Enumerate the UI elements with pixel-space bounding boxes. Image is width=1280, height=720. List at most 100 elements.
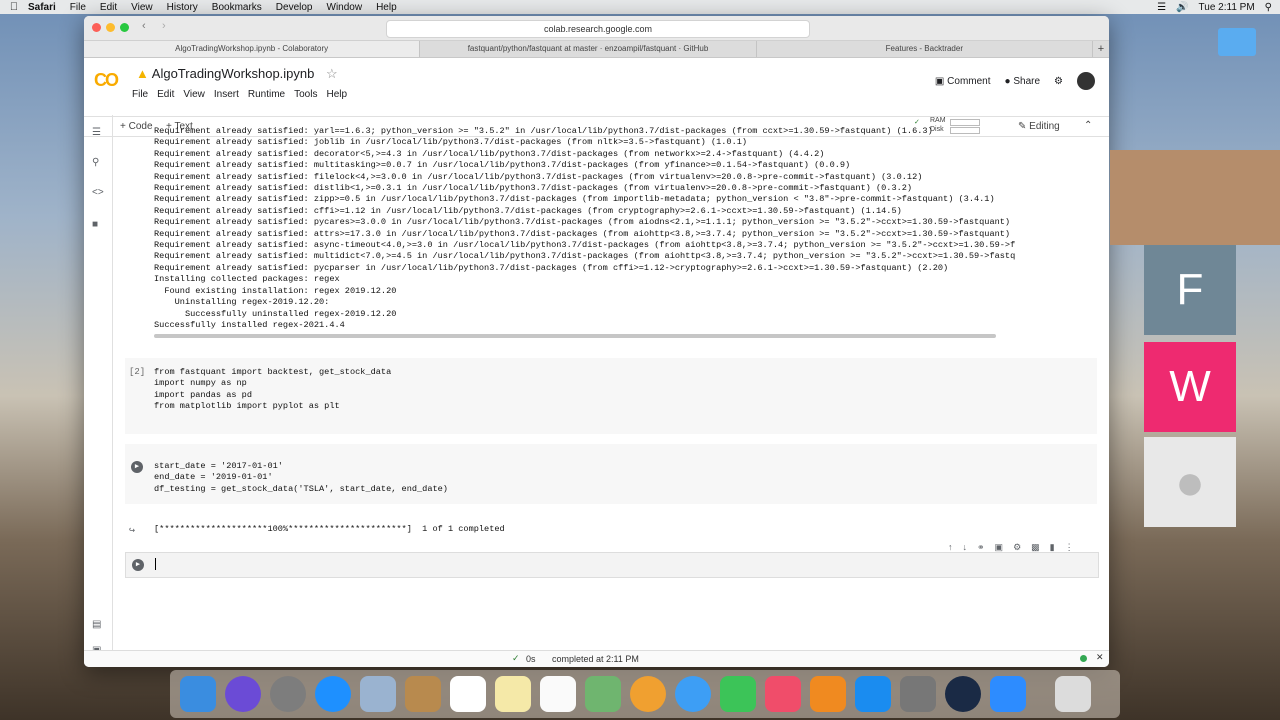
comment-button[interactable]: ▣ Comment: [935, 76, 991, 87]
tab-colab[interactable]: AlgoTradingWorkshop.ipynb - Colaboratory: [84, 41, 421, 57]
siri-icon[interactable]: [225, 676, 261, 712]
colab-menu-tools[interactable]: Tools: [294, 89, 317, 100]
books-icon[interactable]: [810, 676, 846, 712]
output-icon[interactable]: ↪: [129, 525, 135, 537]
colab-menu-runtime[interactable]: Runtime: [248, 89, 285, 100]
share-button[interactable]: ● Share: [1005, 76, 1041, 87]
maps-icon[interactable]: [585, 676, 621, 712]
folder-icon[interactable]: [1218, 28, 1256, 56]
command-palette-icon[interactable]: ▤: [92, 619, 101, 630]
calendar-icon[interactable]: [450, 676, 486, 712]
code-cell-empty[interactable]: ▶: [125, 552, 1099, 578]
status-text: completed at 2:11 PM: [552, 654, 639, 664]
macos-menubar:  Safari File Edit View History Bookmark…: [0, 0, 1280, 14]
volume-icon[interactable]: 🔊: [1176, 2, 1188, 13]
menu-window[interactable]: Window: [327, 2, 363, 13]
menu-view[interactable]: View: [131, 2, 153, 13]
close-icon[interactable]: ✕: [1096, 652, 1104, 663]
menu-edit[interactable]: Edit: [100, 2, 117, 13]
notes-icon[interactable]: [495, 676, 531, 712]
run-cell-button[interactable]: ▶: [132, 559, 144, 571]
avatar[interactable]: [1077, 72, 1095, 90]
cell-output-progress: [*********************100%**************…: [154, 524, 505, 534]
participant-tile-w[interactable]: W: [1144, 342, 1236, 432]
output-line: Requirement already satisfied: pycares>=…: [154, 217, 1011, 228]
participant-tile-f[interactable]: F: [1144, 245, 1236, 335]
search-icon[interactable]: ⚲: [92, 157, 99, 168]
colab-logo[interactable]: CO: [94, 70, 119, 91]
url-bar[interactable]: colab.research.google.com: [386, 20, 810, 38]
reminders-icon[interactable]: [540, 676, 576, 712]
code-line: from fastquant import backtest, get_stoc…: [154, 367, 392, 377]
code-cell-imports[interactable]: [2] from fastquant import backtest, get_…: [125, 358, 1097, 434]
code-cell-get-data[interactable]: ▶ start_date = '2017-01-01' end_date = '…: [125, 444, 1097, 504]
trash-icon[interactable]: [1055, 676, 1091, 712]
app-store-icon[interactable]: [855, 676, 891, 712]
menu-history[interactable]: History: [167, 2, 198, 13]
colab-menu-file[interactable]: File: [132, 89, 148, 100]
code-snippets-icon[interactable]: <>: [92, 187, 104, 198]
comment-icon: ▣: [934, 75, 945, 87]
participant-tile-avatar[interactable]: ●: [1144, 437, 1236, 527]
apple-icon[interactable]: : [0, 1, 28, 13]
safari-icon[interactable]: [315, 676, 351, 712]
photos-icon[interactable]: [630, 676, 666, 712]
messages-icon[interactable]: [675, 676, 711, 712]
back-icon[interactable]: ‹: [142, 20, 146, 32]
zoom-icon[interactable]: [990, 676, 1026, 712]
browser-toolbar: ‹ › colab.research.google.com: [84, 16, 1109, 41]
new-tab-button[interactable]: +: [1093, 41, 1109, 57]
tab-backtrader[interactable]: Features - Backtrader: [757, 41, 1093, 57]
mail-icon[interactable]: [360, 676, 396, 712]
files-icon[interactable]: ■: [92, 219, 98, 230]
macos-dock: [170, 670, 1120, 718]
minimize-window-button[interactable]: [106, 23, 115, 32]
clock[interactable]: Tue 2:11 PM: [1199, 2, 1255, 13]
code-line: end_date = '2019-01-01': [154, 472, 273, 483]
menubar-status: ☰ 🔊 Tue 2:11 PM ⚲: [1157, 0, 1272, 14]
tab-github[interactable]: fastquant/python/fastquant at master · e…: [420, 41, 757, 57]
output-line: Requirement already satisfied: zipp>=0.5…: [154, 194, 995, 205]
video-call-panel: F W ●: [1110, 150, 1280, 530]
menu-help[interactable]: Help: [376, 2, 397, 13]
output-line: Requirement already satisfied: filelock<…: [154, 171, 923, 182]
close-window-button[interactable]: [92, 23, 101, 32]
colab-menu-edit[interactable]: Edit: [157, 89, 174, 100]
system-preferences-icon[interactable]: [900, 676, 936, 712]
run-cell-button[interactable]: ▶: [131, 461, 143, 473]
search-icon[interactable]: ⚲: [1265, 2, 1272, 13]
colab-menu-help[interactable]: Help: [326, 89, 347, 100]
output-line: Successfully uninstalled regex-2019.12.2…: [154, 308, 397, 319]
zoom-window-button[interactable]: [120, 23, 129, 32]
menu-develop[interactable]: Develop: [276, 2, 313, 13]
steam-icon[interactable]: [945, 676, 981, 712]
left-sidebar: ☰ ⚲ <> ■ ▤ ▣: [84, 115, 113, 667]
launchpad-icon[interactable]: [270, 676, 306, 712]
wifi-icon[interactable]: ☰: [1157, 2, 1166, 13]
check-icon: ✓: [512, 653, 520, 663]
menu-file[interactable]: File: [70, 2, 86, 13]
colab-menu-insert[interactable]: Insert: [214, 89, 239, 100]
code-line: start_date = '2017-01-01': [154, 461, 283, 471]
gear-icon[interactable]: ⚙: [1054, 76, 1063, 87]
code-line: from matplotlib import pyplot as plt: [154, 401, 340, 412]
person-icon: ●: [1174, 454, 1206, 510]
colab-header: CO ▲ AlgoTradingWorkshop.ipynb ☆ File Ed…: [84, 58, 1109, 117]
star-icon[interactable]: ☆: [326, 66, 338, 81]
horizontal-scrollbar[interactable]: [154, 334, 996, 338]
menu-bookmarks[interactable]: Bookmarks: [212, 2, 262, 13]
notebook-title[interactable]: ▲ AlgoTradingWorkshop.ipynb ☆: [136, 66, 338, 82]
exec-time: 0s: [526, 654, 536, 664]
output-line: Uninstalling regex-2019.12.20:: [154, 297, 330, 308]
toc-icon[interactable]: ☰: [92, 127, 101, 138]
output-line: Installing collected packages: regex: [154, 274, 340, 285]
forward-icon[interactable]: ›: [162, 20, 166, 32]
music-icon[interactable]: [765, 676, 801, 712]
colab-menu-view[interactable]: View: [183, 89, 205, 100]
finder-icon[interactable]: [180, 676, 216, 712]
facetime-icon[interactable]: [720, 676, 756, 712]
contacts-icon[interactable]: [405, 676, 441, 712]
connection-indicator: [1080, 655, 1087, 662]
output-line: Found existing installation: regex 2019.…: [154, 285, 397, 296]
menu-app[interactable]: Safari: [28, 2, 56, 13]
